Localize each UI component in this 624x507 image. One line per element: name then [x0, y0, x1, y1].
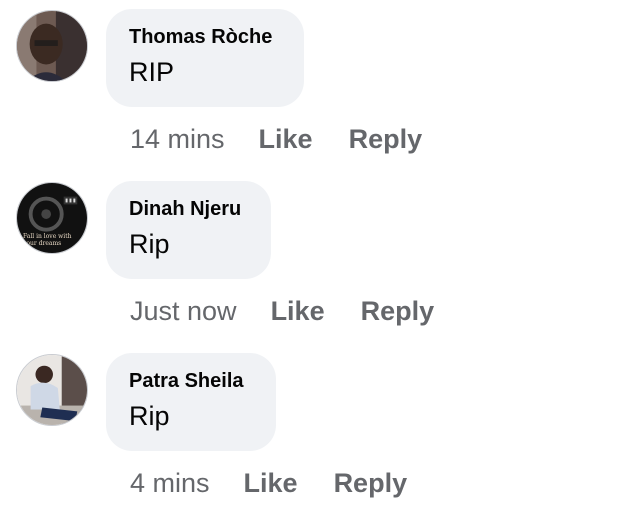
like-button[interactable]: Like	[271, 296, 325, 327]
reply-button[interactable]: Reply	[361, 296, 435, 327]
avatar[interactable]	[16, 10, 88, 82]
avatar-photo	[17, 355, 87, 425]
comment-timestamp[interactable]: 14 mins	[130, 124, 225, 155]
reply-button[interactable]: Reply	[349, 124, 423, 155]
avatar[interactable]: Fall in love with your dreams	[16, 182, 88, 254]
comment-author[interactable]: Thomas Ròche	[129, 25, 280, 49]
comment-text: RIP	[129, 57, 175, 87]
avatar-photo	[17, 11, 87, 81]
comment-actions: Just now Like Reply	[130, 296, 434, 327]
avatar-caption: Fall in love with your dreams	[23, 233, 72, 247]
comment-author[interactable]: Patra Sheila	[129, 369, 252, 393]
comment-text: Rip	[129, 229, 170, 259]
like-button[interactable]: Like	[259, 124, 313, 155]
comment-timestamp[interactable]: 4 mins	[130, 468, 210, 499]
reply-button[interactable]: Reply	[334, 468, 408, 499]
comment-timestamp[interactable]: Just now	[130, 296, 237, 327]
comment-bubble: Patra Sheila Rip	[106, 353, 276, 451]
like-button[interactable]: Like	[244, 468, 298, 499]
comment-author[interactable]: Dinah Njeru	[129, 197, 247, 221]
comment-text: Rip	[129, 401, 170, 431]
comment-bubble: Dinah Njeru Rip	[106, 181, 271, 279]
comment-actions: 14 mins Like Reply	[130, 124, 422, 155]
avatar[interactable]	[16, 354, 88, 426]
comment-bubble: Thomas Ròche RIP	[106, 9, 304, 107]
comment-actions: 4 mins Like Reply	[130, 468, 407, 499]
